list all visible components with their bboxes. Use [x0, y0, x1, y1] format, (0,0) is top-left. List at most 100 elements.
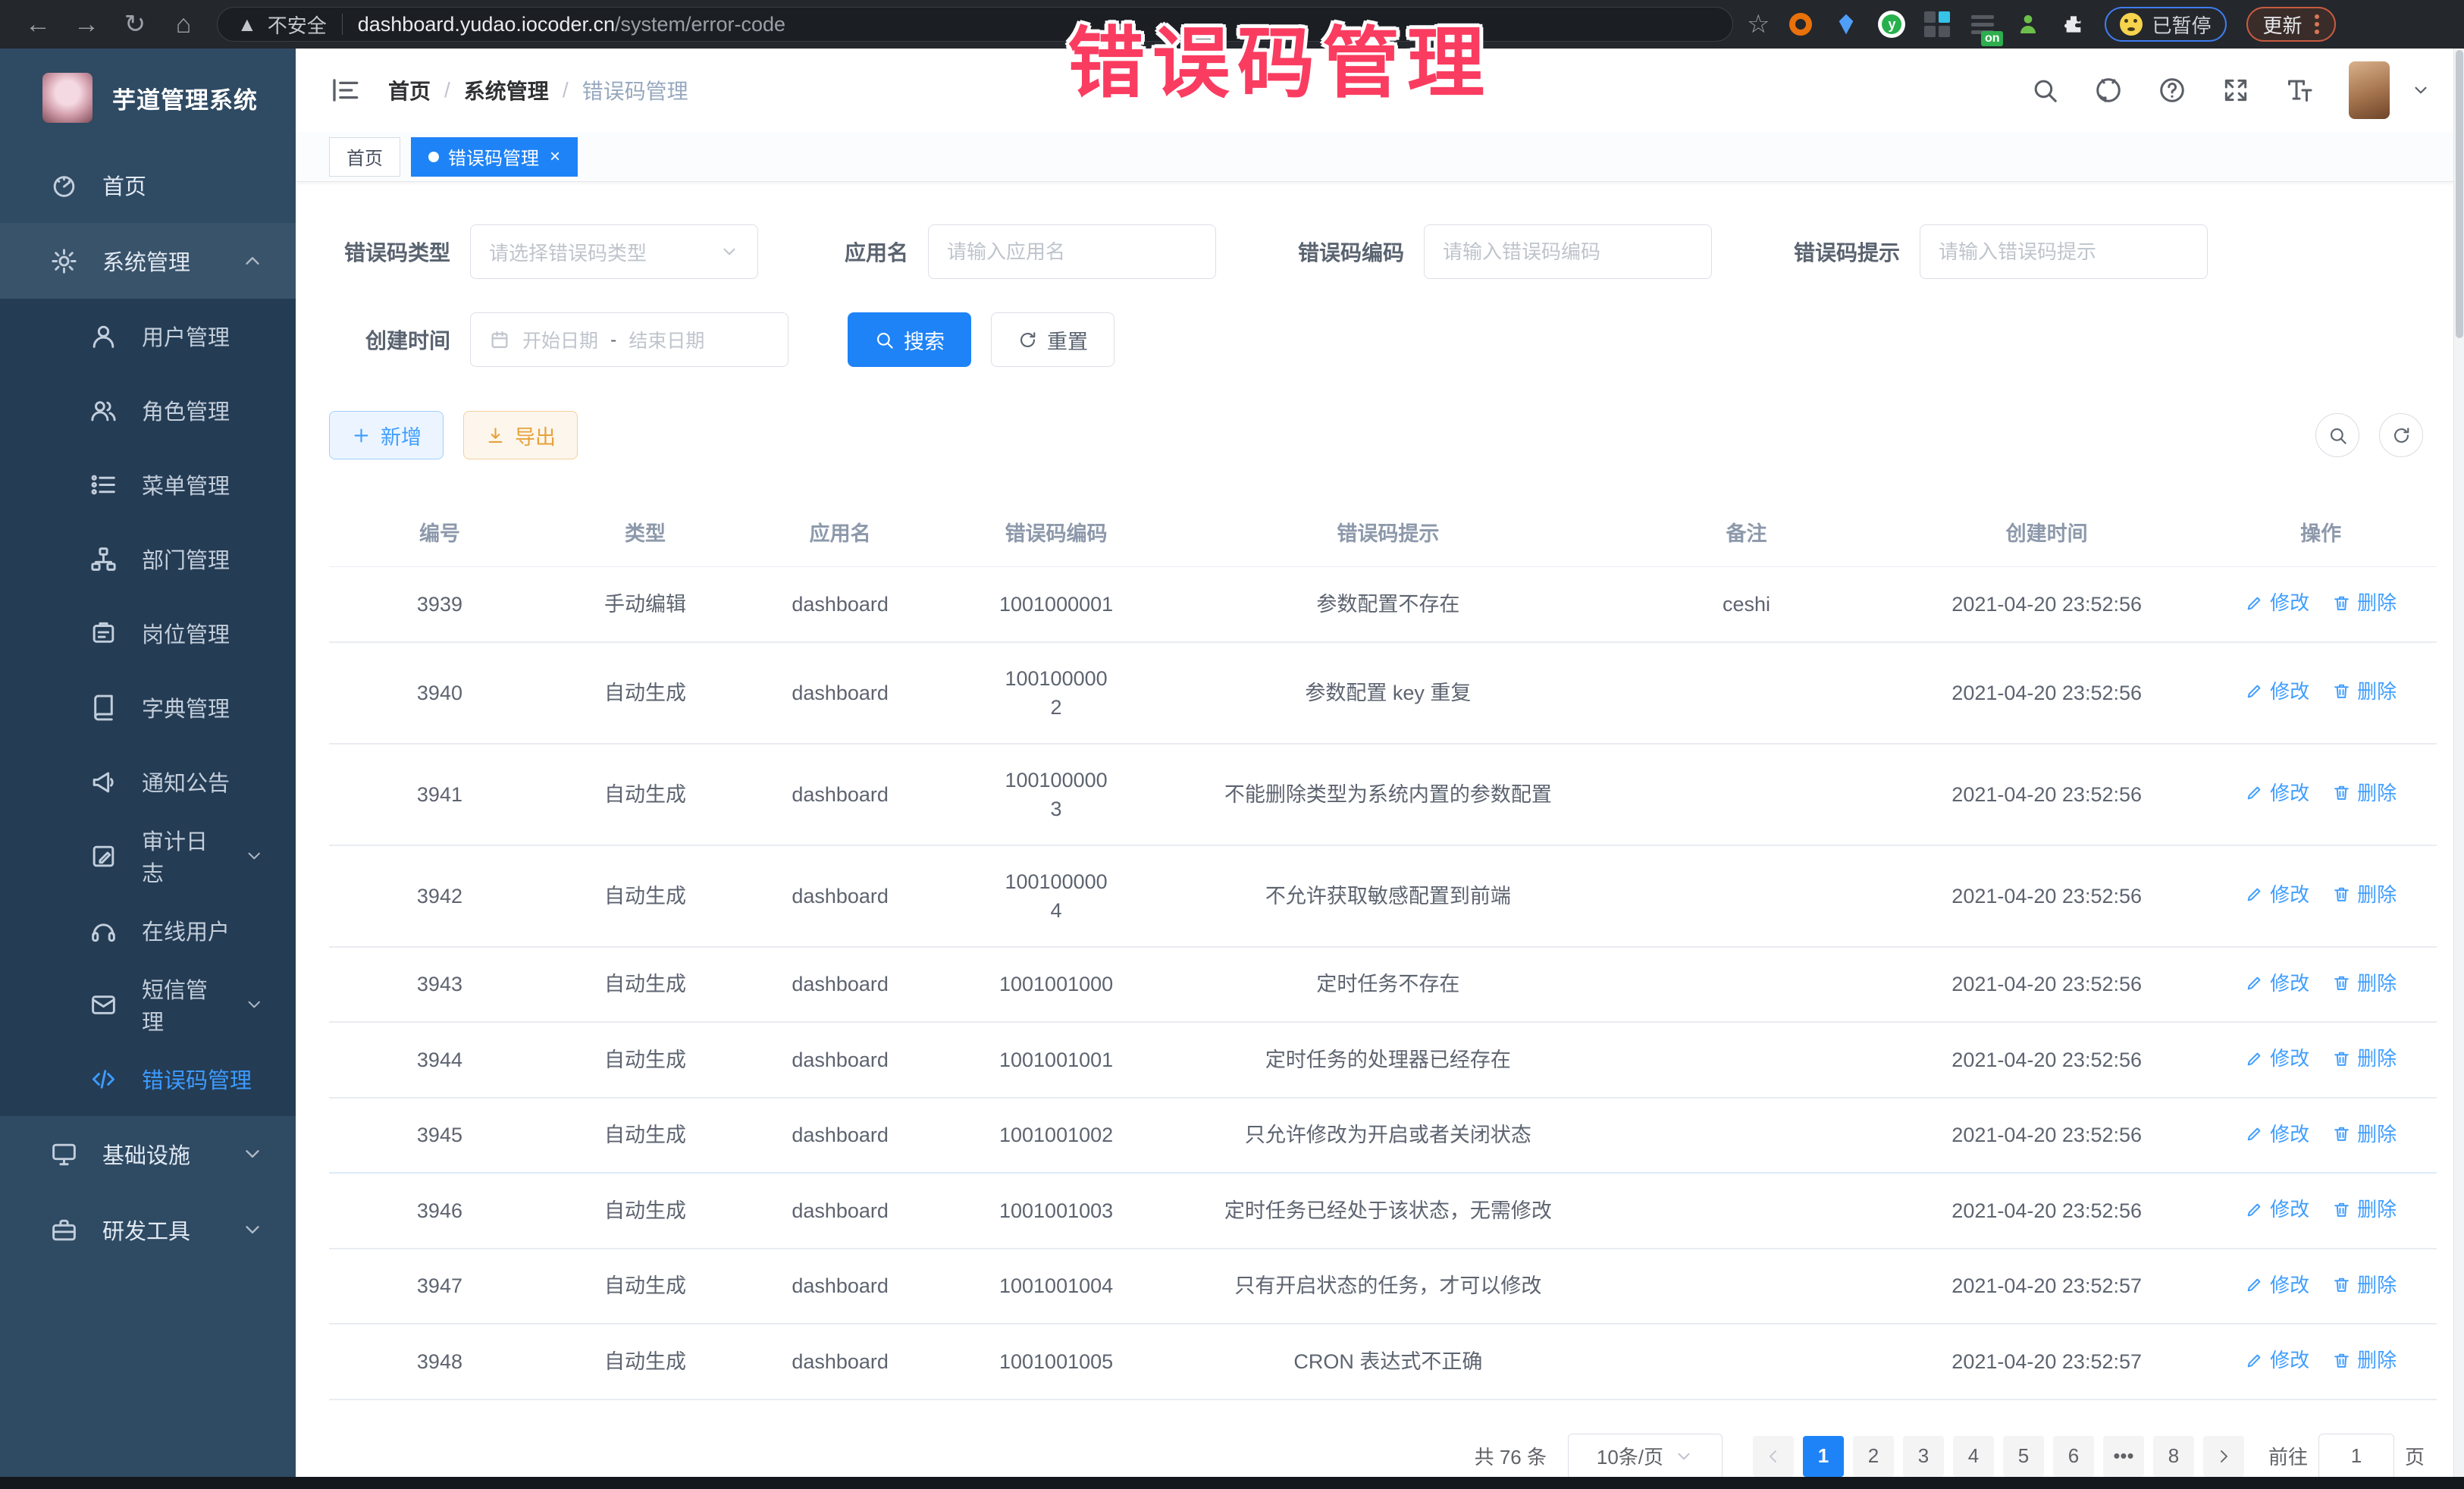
sidebar-item-home[interactable]: 首页 — [0, 147, 296, 223]
refresh-table-button[interactable] — [2379, 413, 2423, 457]
error-code-input[interactable] — [1443, 240, 1693, 264]
extension-grid-icon[interactable] — [1923, 10, 1951, 39]
close-icon[interactable]: × — [550, 146, 560, 168]
cell-message: 参数配置 key 重复 — [1172, 642, 1604, 744]
edit-button[interactable]: 修改 — [2245, 779, 2309, 807]
sidebar-item-online-users[interactable]: 在线用户 — [0, 893, 296, 967]
edit-button[interactable]: 修改 — [2245, 1195, 2309, 1224]
sidebar-item-dept-mgmt[interactable]: 部门管理 — [0, 522, 296, 596]
scrollbar-thumb[interactable] — [2456, 50, 2463, 338]
tag-error-code[interactable]: 错误码管理 × — [411, 137, 578, 177]
cell-code: 1001001003 — [940, 1173, 1172, 1249]
hamburger-icon[interactable] — [329, 74, 361, 106]
home-icon[interactable]: ⌂ — [162, 0, 205, 49]
extension-puzzle-icon[interactable] — [2059, 10, 2088, 39]
forward-icon[interactable]: → — [65, 0, 108, 49]
cell-app: dashboard — [740, 642, 940, 744]
sidebar-item-infrastructure[interactable]: 基础设施 — [0, 1116, 296, 1192]
app-title: 芋道管理系统 — [112, 81, 258, 115]
page-button-5[interactable]: 5 — [2003, 1436, 2044, 1477]
page-scrollbar[interactable] — [2453, 49, 2464, 1477]
delete-button[interactable]: 删除 — [2332, 1044, 2397, 1073]
sidebar-item-notice[interactable]: 通知公告 — [0, 744, 296, 819]
sidebar-item-menu-mgmt[interactable]: 菜单管理 — [0, 447, 296, 522]
sidebar-item-dev-tools[interactable]: 研发工具 — [0, 1192, 296, 1268]
edit-button[interactable]: 修改 — [2245, 588, 2309, 617]
edit-button[interactable]: 修改 — [2245, 677, 2309, 706]
sidebar-item-role-mgmt[interactable]: 角色管理 — [0, 373, 296, 447]
chevron-down-icon[interactable] — [2411, 80, 2431, 100]
browser-update-button[interactable]: 更新 — [2246, 7, 2336, 42]
search-button[interactable]: 搜索 — [848, 312, 971, 367]
delete-button[interactable]: 删除 — [2332, 588, 2397, 617]
delete-button[interactable]: 删除 — [2332, 1120, 2397, 1149]
delete-button[interactable]: 删除 — [2332, 677, 2397, 706]
add-button[interactable]: 新增 — [329, 411, 444, 459]
delete-button[interactable]: 删除 — [2332, 1195, 2397, 1224]
delete-button[interactable]: 删除 — [2332, 1346, 2397, 1375]
export-button[interactable]: 导出 — [463, 411, 578, 459]
font-size-icon[interactable] — [2285, 76, 2314, 105]
sidebar-item-user-mgmt[interactable]: 用户管理 — [0, 299, 296, 373]
cell-id: 3939 — [329, 567, 550, 642]
breadcrumb-system[interactable]: 系统管理 — [464, 75, 549, 105]
page-button-3[interactable]: 3 — [1903, 1436, 1944, 1477]
edit-button[interactable]: 修改 — [2245, 1271, 2309, 1299]
cell-code: 1001000004 — [940, 845, 1172, 947]
delete-button[interactable]: 删除 — [2332, 880, 2397, 909]
extension-list-icon[interactable]: on — [1968, 10, 1997, 39]
extension-gem-icon[interactable] — [1832, 10, 1861, 39]
fullscreen-icon[interactable] — [2221, 76, 2250, 105]
paused-extension-button[interactable]: 已暂停 — [2105, 7, 2226, 42]
edit-button[interactable]: 修改 — [2245, 1346, 2309, 1375]
edit-icon — [2245, 973, 2264, 992]
page-size-select[interactable]: 10条/页 — [1568, 1434, 1723, 1478]
sidebar-item-system[interactable]: 系统管理 — [0, 223, 296, 299]
help-icon[interactable] — [2158, 76, 2187, 105]
bookmark-star-icon[interactable]: ☆ — [1747, 9, 1770, 39]
goto-page-input[interactable] — [2318, 1434, 2394, 1478]
page-button-8[interactable]: 8 — [2153, 1436, 2194, 1477]
breadcrumb-home[interactable]: 首页 — [388, 75, 431, 105]
extension-green-circle-icon[interactable]: y — [1877, 10, 1906, 39]
prev-page-button[interactable] — [1753, 1436, 1794, 1477]
edit-button[interactable]: 修改 — [2245, 1044, 2309, 1073]
next-page-button[interactable] — [2203, 1436, 2244, 1477]
github-icon[interactable] — [2094, 76, 2123, 105]
page-button-4[interactable]: 4 — [1953, 1436, 1994, 1477]
chevron-down-icon — [241, 1218, 264, 1241]
delete-button[interactable]: 删除 — [2332, 1271, 2397, 1299]
address-bar[interactable]: ▲ 不安全 dashboard.yudao.iocoder.cn /system… — [217, 7, 1733, 42]
cell-time: 2021-04-20 23:52:56 — [1889, 1098, 2205, 1174]
edit-button[interactable]: 修改 — [2245, 969, 2309, 998]
table-body: 3939手动编辑dashboard1001000001参数配置不存在ceshi2… — [329, 567, 2437, 1400]
reload-icon[interactable]: ↻ — [114, 0, 156, 49]
more-pages-button[interactable]: ••• — [2103, 1436, 2144, 1477]
page-button-2[interactable]: 2 — [1853, 1436, 1894, 1477]
back-icon[interactable]: ← — [17, 0, 59, 49]
sidebar-item-sms-mgmt[interactable]: 短信管理 — [0, 967, 296, 1042]
error-type-select[interactable]: 请选择错误码类型 — [470, 224, 758, 279]
delete-button[interactable]: 删除 — [2332, 969, 2397, 998]
sidebar-item-dict-mgmt[interactable]: 字典管理 — [0, 670, 296, 744]
user-avatar[interactable] — [2349, 61, 2390, 119]
sidebar-item-post-mgmt[interactable]: 岗位管理 — [0, 596, 296, 670]
delete-button[interactable]: 删除 — [2332, 779, 2397, 807]
extension-orange-icon[interactable] — [1786, 10, 1815, 39]
app-name-input[interactable] — [947, 240, 1197, 264]
edit-button[interactable]: 修改 — [2245, 1120, 2309, 1149]
tag-home[interactable]: 首页 — [329, 137, 400, 177]
search-icon[interactable] — [2030, 76, 2059, 105]
page-button-1[interactable]: 1 — [1803, 1436, 1844, 1477]
date-range-picker[interactable]: 开始日期 - 结束日期 — [470, 312, 788, 367]
page-button-6[interactable]: 6 — [2053, 1436, 2094, 1477]
edit-button[interactable]: 修改 — [2245, 880, 2309, 909]
reset-button[interactable]: 重置 — [991, 312, 1114, 367]
error-msg-input[interactable] — [1939, 240, 2189, 264]
cell-type: 自动生成 — [550, 845, 740, 947]
sidebar-item-audit-log[interactable]: 审计日志 — [0, 819, 296, 893]
sidebar-item-error-code-mgmt[interactable]: 错误码管理 — [0, 1042, 296, 1116]
menu-dots-icon[interactable] — [2315, 14, 2319, 34]
extension-person-icon[interactable] — [2014, 10, 2042, 39]
toggle-search-button[interactable] — [2315, 413, 2359, 457]
